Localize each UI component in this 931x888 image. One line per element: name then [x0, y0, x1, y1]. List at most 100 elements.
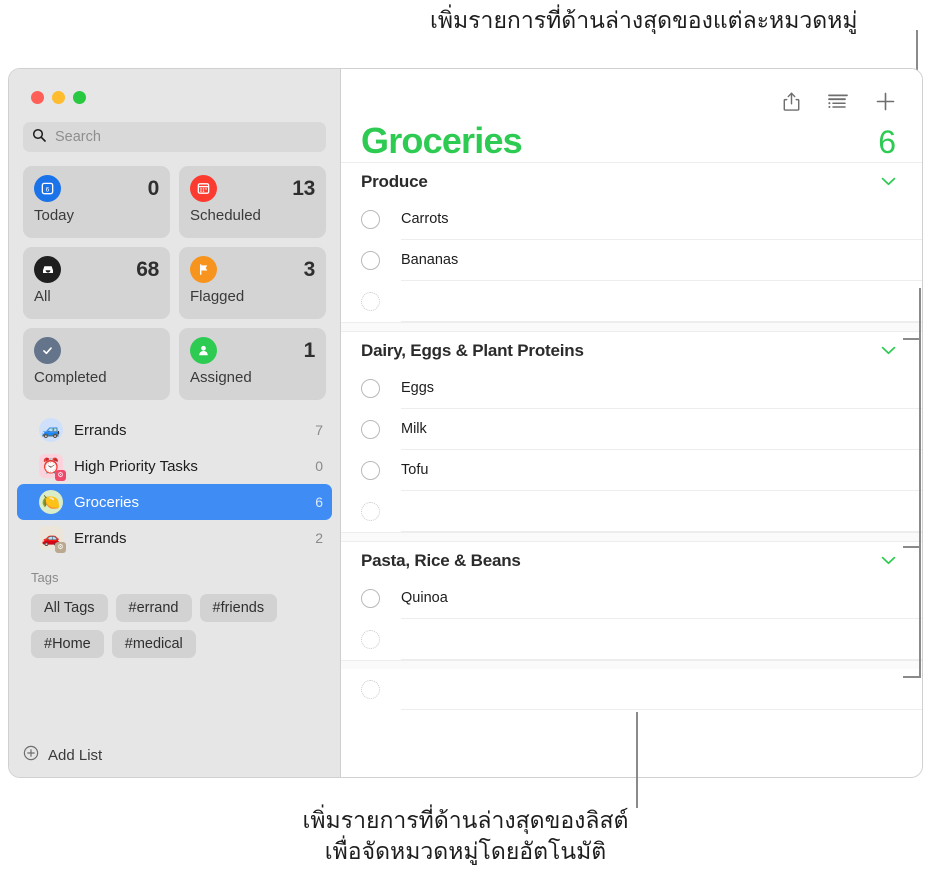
- calendar-day-icon: 6: [34, 175, 61, 202]
- new-reminder-row-trailing[interactable]: [341, 669, 922, 710]
- person-icon: [190, 337, 217, 364]
- bracket-tick-dairy: [903, 546, 919, 548]
- reminder-title[interactable]: Eggs: [401, 368, 922, 409]
- car-blue-icon: 🚙: [39, 418, 63, 442]
- smart-list-count: 3: [303, 257, 316, 281]
- new-item-circle-icon[interactable]: [361, 680, 380, 699]
- smart-list-count: 68: [136, 257, 159, 281]
- close-button[interactable]: [31, 91, 44, 104]
- plus-icon[interactable]: [875, 91, 896, 112]
- reminder-title[interactable]: Tofu: [401, 450, 922, 491]
- list-item-count: 7: [315, 422, 323, 438]
- share-icon[interactable]: [782, 91, 801, 112]
- list-item-high-priority-tasks[interactable]: ⏰ ⚙ High Priority Tasks 0: [17, 448, 332, 484]
- complete-circle-icon[interactable]: [361, 379, 380, 398]
- bracket-tick-pasta: [903, 676, 919, 678]
- list-item-errands-2[interactable]: 🚗 ⚙ Errands 2: [17, 520, 332, 556]
- new-item-circle-icon[interactable]: [361, 292, 380, 311]
- tag-home[interactable]: #Home: [31, 630, 104, 658]
- annotation-top: เพิ่มรายการที่ด้านล่างสุดของแต่ละหมวดหมู…: [430, 8, 858, 34]
- tag-friends[interactable]: #friends: [199, 594, 278, 622]
- section-header[interactable]: Dairy, Eggs & Plant Proteins: [341, 332, 922, 368]
- minimize-button[interactable]: [52, 91, 65, 104]
- svg-text:6: 6: [46, 187, 50, 194]
- annotation-bottom: เพิ่มรายการที่ด้านล่างสุดของลิสต์ เพื่อจ…: [0, 806, 931, 868]
- list-total-count: 6: [878, 124, 896, 160]
- list-item-count: 2: [315, 530, 323, 546]
- new-item-circle-icon[interactable]: [361, 630, 380, 649]
- search-input[interactable]: [53, 128, 317, 146]
- sidebar: 6 0 Today: [9, 69, 341, 777]
- smart-list-flagged[interactable]: 3 Flagged: [179, 247, 326, 319]
- reminder-item[interactable]: Eggs: [341, 368, 922, 409]
- new-reminder-input[interactable]: [401, 619, 922, 660]
- section-header[interactable]: Pasta, Rice & Beans: [341, 542, 922, 578]
- smart-list-label: Today: [34, 207, 75, 224]
- new-reminder-input[interactable]: [401, 669, 922, 710]
- section-pasta-rice-beans: Pasta, Rice & Beans Quinoa: [341, 541, 922, 660]
- group-list-icon[interactable]: [827, 93, 849, 110]
- smart-list-label: Assigned: [190, 369, 252, 386]
- add-list-label: Add List: [48, 746, 103, 764]
- reminder-item[interactable]: Carrots: [341, 199, 922, 240]
- search-icon: [32, 128, 46, 147]
- complete-circle-icon[interactable]: [361, 461, 380, 480]
- user-lists: 🚙 Errands 7 ⏰ ⚙ High Priority Tasks 0 🍋 …: [9, 412, 340, 556]
- reminder-title[interactable]: Carrots: [401, 199, 922, 240]
- list-item-label: High Priority Tasks: [74, 457, 198, 475]
- list-item-errands-1[interactable]: 🚙 Errands 7: [17, 412, 332, 448]
- new-reminder-input[interactable]: [401, 491, 922, 532]
- reminder-item[interactable]: Bananas: [341, 240, 922, 281]
- plus-circle-icon: [23, 745, 39, 766]
- reminder-item[interactable]: Quinoa: [341, 578, 922, 619]
- main-panel: Groceries 6 Produce Carrots Bananas Dair…: [341, 69, 922, 777]
- tags-header: Tags: [31, 570, 59, 585]
- complete-circle-icon[interactable]: [361, 251, 380, 270]
- tag-errand[interactable]: #errand: [115, 594, 192, 622]
- zoom-button[interactable]: [73, 91, 86, 104]
- smart-list-label: Scheduled: [190, 207, 261, 224]
- reminder-item[interactable]: Tofu: [341, 450, 922, 491]
- section-dairy-eggs-plant-proteins: Dairy, Eggs & Plant Proteins Eggs Milk T…: [341, 331, 922, 532]
- smart-list-scheduled[interactable]: 13 Scheduled: [179, 166, 326, 238]
- tag-all-tags[interactable]: All Tags: [31, 594, 108, 622]
- reminder-item[interactable]: Milk: [341, 409, 922, 450]
- new-reminder-row[interactable]: [341, 619, 922, 660]
- new-reminder-row[interactable]: [341, 281, 922, 322]
- smart-list-today[interactable]: 6 0 Today: [23, 166, 170, 238]
- smart-list-assigned[interactable]: 1 Assigned: [179, 328, 326, 400]
- complete-circle-icon[interactable]: [361, 589, 380, 608]
- section-divider: [341, 660, 922, 669]
- new-reminder-row[interactable]: [341, 491, 922, 532]
- smart-list-count: 0: [147, 176, 160, 200]
- reminder-title[interactable]: Milk: [401, 409, 922, 450]
- checkmark-icon: [34, 337, 61, 364]
- section-produce: Produce Carrots Bananas: [341, 162, 922, 322]
- add-list-button[interactable]: Add List: [9, 733, 340, 777]
- smart-list-completed[interactable]: Completed: [23, 328, 170, 400]
- chevron-down-icon[interactable]: [881, 552, 896, 570]
- chevron-down-icon[interactable]: [881, 342, 896, 360]
- new-item-circle-icon[interactable]: [361, 502, 380, 521]
- tag-medical[interactable]: #medical: [111, 630, 196, 658]
- complete-circle-icon[interactable]: [361, 420, 380, 439]
- window-controls: [9, 69, 340, 104]
- bracket-line: [919, 288, 921, 678]
- chevron-down-icon[interactable]: [881, 173, 896, 191]
- smart-list-all[interactable]: 68 All: [23, 247, 170, 319]
- reminder-title[interactable]: Quinoa: [401, 578, 922, 619]
- lemon-icon: 🍋: [39, 490, 63, 514]
- list-item-count: 6: [315, 494, 323, 510]
- new-reminder-input[interactable]: [401, 281, 922, 322]
- page-title: Groceries: [361, 120, 523, 161]
- section-header[interactable]: Produce: [341, 163, 922, 199]
- smart-list-count: 1: [303, 338, 316, 362]
- reminder-title[interactable]: Bananas: [401, 240, 922, 281]
- tags-list: All Tags #errand #friends #Home #medical: [9, 585, 340, 658]
- section-title: Pasta, Rice & Beans: [361, 551, 521, 570]
- search-field[interactable]: [23, 122, 326, 152]
- bracket-tick-produce: [903, 338, 919, 340]
- complete-circle-icon[interactable]: [361, 210, 380, 229]
- section-title: Produce: [361, 172, 428, 191]
- list-item-groceries[interactable]: 🍋 Groceries 6: [17, 484, 332, 520]
